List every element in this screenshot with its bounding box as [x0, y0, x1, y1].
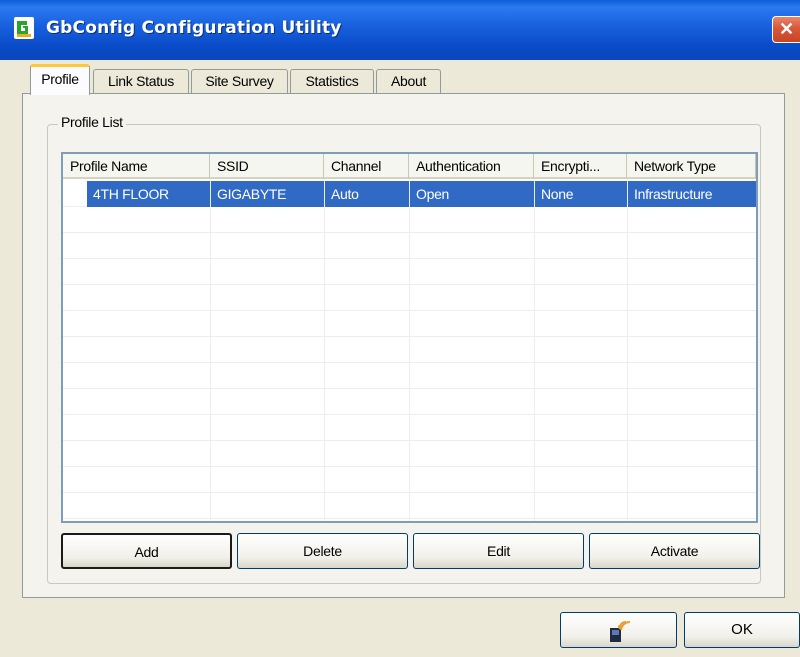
- delete-button[interactable]: Delete: [237, 533, 408, 569]
- close-icon: ✕: [778, 19, 795, 39]
- profile-list-group: Profile List Profile Name SSID Channel A…: [47, 114, 761, 584]
- column-channel[interactable]: Channel: [324, 154, 409, 179]
- profile-list[interactable]: Profile Name SSID Channel Authentication…: [61, 152, 758, 523]
- empty-row: [63, 389, 756, 415]
- cell-authentication: Open: [410, 181, 534, 207]
- tab-statistics[interactable]: Statistics: [290, 69, 374, 94]
- column-profile-name[interactable]: Profile Name: [63, 154, 210, 179]
- group-label: Profile List: [58, 114, 126, 130]
- empty-row: [63, 363, 756, 389]
- empty-row: [63, 285, 756, 311]
- empty-row: [63, 207, 756, 233]
- empty-row: [63, 259, 756, 285]
- cell-network-type: Infrastructure: [628, 181, 756, 207]
- empty-row: [63, 311, 756, 337]
- tab-label: About: [390, 73, 427, 89]
- close-button[interactable]: ✕: [772, 16, 800, 43]
- tab-profile[interactable]: Profile: [30, 64, 90, 95]
- cell-channel: Auto: [325, 181, 409, 207]
- add-button[interactable]: Add: [61, 533, 232, 569]
- column-network-type[interactable]: Network Type: [627, 154, 756, 179]
- tab-label: Statistics: [305, 73, 359, 89]
- window-title: GbConfig Configuration Utility: [46, 18, 342, 38]
- wireless-card-icon: [609, 620, 630, 642]
- cell-profile-name: 4TH FLOOR: [87, 181, 210, 207]
- empty-row: [63, 233, 756, 259]
- table-row[interactable]: 4TH FLOOR GIGABYTE Auto Open None Infras…: [63, 181, 756, 207]
- list-header: Profile Name SSID Channel Authentication…: [63, 154, 756, 179]
- tab-site-survey[interactable]: Site Survey: [191, 69, 288, 94]
- title-bar[interactable]: GbConfig Configuration Utility ✕: [0, 0, 800, 60]
- tab-label: Profile: [41, 71, 79, 87]
- ok-button[interactable]: OK: [684, 612, 800, 648]
- activate-button[interactable]: Activate: [589, 533, 760, 569]
- wireless-card-button[interactable]: [560, 612, 677, 648]
- column-encryption[interactable]: Encrypti...: [534, 154, 627, 179]
- column-ssid[interactable]: SSID: [210, 154, 324, 179]
- config-window: GbConfig Configuration Utility ✕ Profile…: [0, 0, 800, 657]
- empty-row: [63, 337, 756, 363]
- empty-row: [63, 493, 756, 519]
- tab-link-status[interactable]: Link Status: [93, 69, 189, 94]
- tab-label: Site Survey: [205, 73, 274, 89]
- cell-ssid: GIGABYTE: [211, 181, 324, 207]
- empty-row: [63, 467, 756, 493]
- cell-encryption: None: [535, 181, 627, 207]
- column-authentication[interactable]: Authentication: [409, 154, 534, 179]
- tab-about[interactable]: About: [376, 69, 441, 94]
- tab-label: Link Status: [108, 73, 174, 89]
- empty-row: [63, 415, 756, 441]
- edit-button[interactable]: Edit: [413, 533, 584, 569]
- empty-row: [63, 441, 756, 467]
- profile-panel: Profile List Profile Name SSID Channel A…: [22, 93, 785, 598]
- gigabyte-app-icon: [14, 17, 34, 39]
